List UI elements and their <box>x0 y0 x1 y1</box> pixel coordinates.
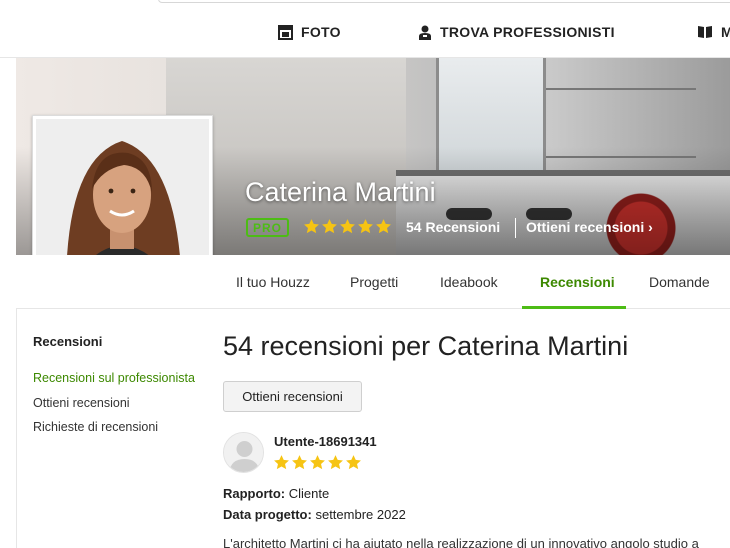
star-icon <box>273 454 290 476</box>
nav-item-label: FOTO <box>301 24 341 40</box>
review-relationship: Rapporto: Cliente <box>223 486 329 501</box>
book-icon <box>697 25 713 39</box>
star-icon <box>339 218 356 238</box>
reviews-count-link[interactable]: 54 Recensioni <box>406 219 500 235</box>
sidebar-item-ottieni-recensioni[interactable]: Ottieni recensioni <box>33 396 130 410</box>
get-reviews-button[interactable]: Ottieni recensioni <box>223 381 362 412</box>
review-relationship-label: Rapporto: <box>223 486 286 501</box>
tab-recensioni[interactable]: Recensioni <box>540 255 615 308</box>
reviewer-avatar[interactable] <box>223 432 264 473</box>
star-icon <box>375 218 392 238</box>
rating-stars <box>303 218 392 238</box>
active-tab-indicator <box>522 306 626 309</box>
divider <box>16 309 17 548</box>
tab-il-tuo-houzz[interactable]: Il tuo Houzz <box>236 255 310 308</box>
nav-item-label: M <box>721 24 730 40</box>
top-navigation: FOTO TROVA PROFESSIONISTI M <box>0 0 730 58</box>
nav-item-trova-professionisti[interactable]: TROVA PROFESSIONISTI <box>418 22 615 42</box>
user-placeholder-icon <box>224 433 263 472</box>
divider <box>515 218 516 238</box>
tab-progetti[interactable]: Progetti <box>350 255 398 308</box>
star-icon <box>309 454 326 476</box>
profile-tabs: Il tuo Houzz Progetti Ideabook Recension… <box>16 255 730 309</box>
nav-item-more[interactable]: M <box>697 22 730 42</box>
tab-domande[interactable]: Domande <box>649 255 710 308</box>
professional-icon <box>418 25 432 40</box>
sidebar-item-recensioni-professionista[interactable]: Recensioni sul professionista <box>33 371 195 385</box>
review-project-date: Data progetto: settembre 2022 <box>223 507 406 522</box>
review-relationship-value: Cliente <box>288 486 330 501</box>
review-project-date-value: settembre 2022 <box>315 507 406 522</box>
star-icon <box>303 218 320 238</box>
review-project-date-label: Data progetto: <box>223 507 312 522</box>
reviewer-name[interactable]: Utente-18691341 <box>274 434 377 449</box>
pro-badge: PRO <box>246 218 289 237</box>
nav-item-label: TROVA PROFESSIONISTI <box>440 24 615 40</box>
tab-ideabook[interactable]: Ideabook <box>440 255 498 308</box>
star-icon <box>345 454 362 476</box>
star-icon <box>327 454 344 476</box>
review-text: L'architetto Martini ci ha aiutato nella… <box>223 536 699 548</box>
star-icon <box>321 218 338 238</box>
search-bar-edge[interactable] <box>158 0 730 3</box>
review-rating-stars <box>273 454 362 476</box>
star-icon <box>357 218 374 238</box>
sidebar-title: Recensioni <box>33 334 103 349</box>
professional-name: Caterina Martini <box>245 177 436 207</box>
page-title: 54 recensioni per Caterina Martini <box>223 331 629 361</box>
sidebar-item-richieste-recensioni[interactable]: Richieste di recensioni <box>33 420 158 434</box>
get-reviews-link[interactable]: Ottieni recensioni › <box>526 219 653 235</box>
photo-icon <box>278 24 293 40</box>
nav-item-foto[interactable]: FOTO <box>278 22 341 42</box>
star-icon <box>291 454 308 476</box>
